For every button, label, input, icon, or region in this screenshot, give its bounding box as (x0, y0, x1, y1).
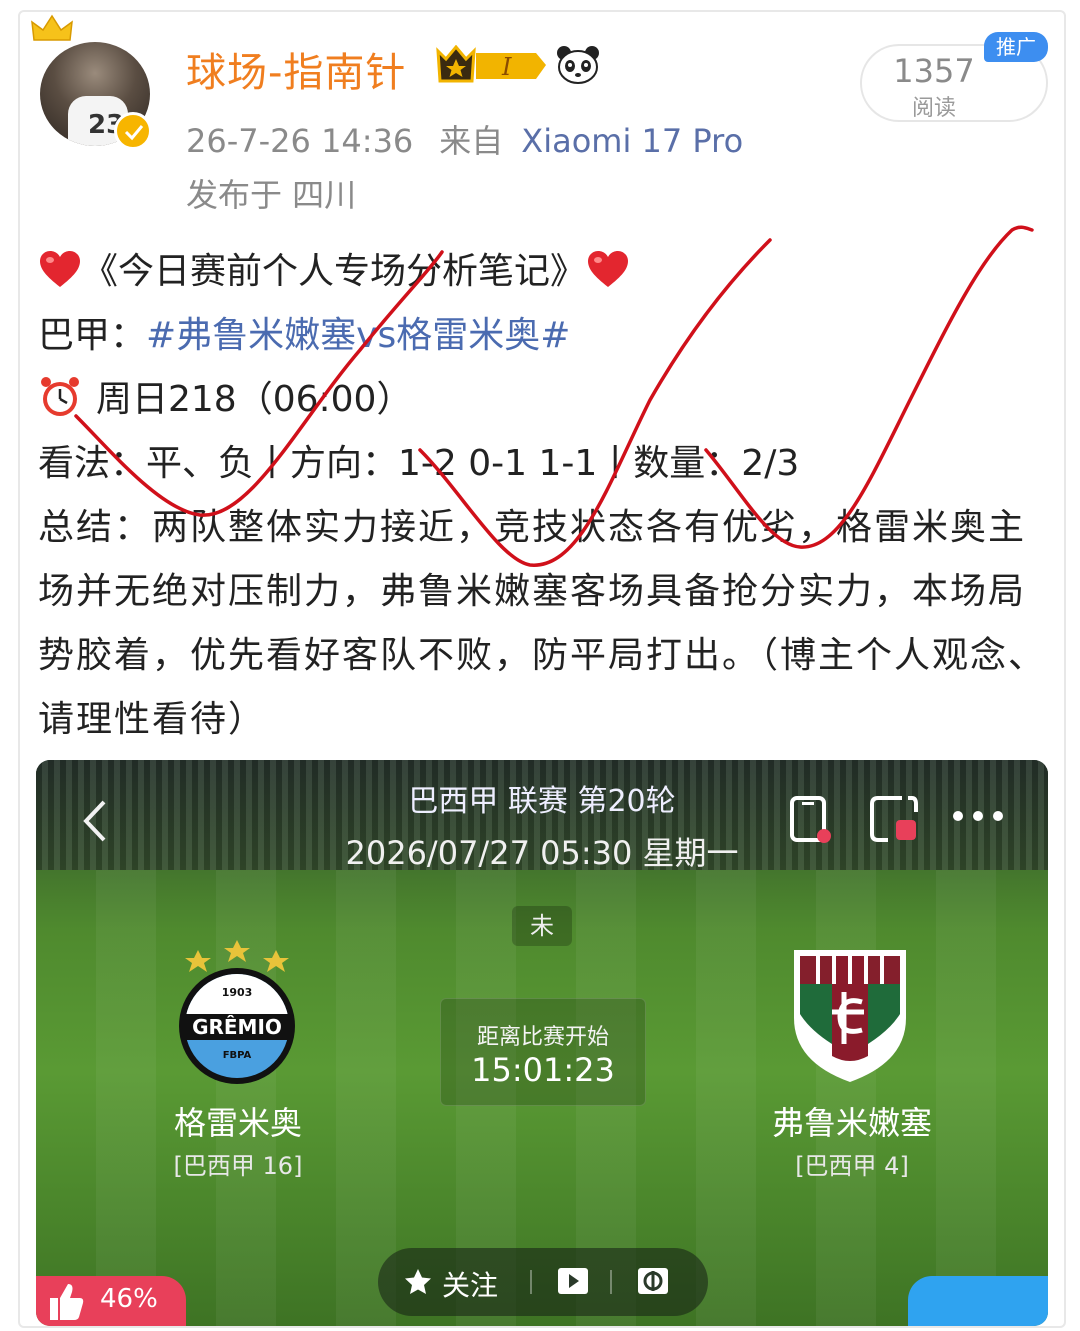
gremio-logo-text: GRÊMIO (192, 1015, 282, 1039)
summary-text: 总结：两队整体实力接近，竞技状态各有优劣，格雷米奥主场并无绝对压制力，弗鲁米嫩塞… (38, 507, 1047, 740)
from-label: 来自 (439, 122, 504, 160)
gremio-logo-sub: FBPA (223, 1050, 252, 1061)
post-body: 《今日赛前个人专场分析笔记》 巴甲：#弗鲁米嫩塞vs格雷米奥# 周日218（06… (38, 240, 1048, 752)
league-prefix: 巴甲： (38, 315, 147, 356)
post-location: 发布于 四川 (186, 176, 357, 214)
more-icon[interactable] (950, 808, 1006, 824)
match-card[interactable]: 巴西甲 联赛 第20轮 2026/07/27 05:30 星期一 未 1903 … (36, 760, 1048, 1326)
gremio-logo-year: 1903 (222, 986, 253, 999)
panda-icon (557, 46, 599, 84)
vip-badge-icon: I (436, 45, 546, 83)
countdown-label: 距离比赛开始 (476, 1025, 609, 1050)
username[interactable]: 球场-指南针 (186, 40, 406, 98)
picture-in-picture-icon[interactable] (868, 794, 922, 846)
match-action-bar: 关注 (378, 1248, 708, 1316)
like-percent: 46% (100, 1284, 158, 1314)
home-team-rank: [巴西甲 16] (173, 1152, 303, 1180)
phone-icon[interactable] (786, 794, 840, 846)
vip-level: I (501, 53, 512, 81)
divider (530, 1270, 532, 1294)
star-icon[interactable] (404, 1268, 432, 1296)
heart-icon (588, 251, 629, 287)
post-timestamp: 26-7-26 14:36 (186, 122, 414, 160)
home-team-name[interactable]: 格雷米奥 (148, 1098, 328, 1144)
countdown-box: 距离比赛开始 15:01:23 (440, 998, 646, 1106)
read-count-label: 阅读 (911, 96, 956, 121)
scoreboard-icon[interactable] (636, 1264, 670, 1298)
fluminense-logo[interactable] (788, 944, 912, 1086)
divider (610, 1270, 612, 1294)
crown-icon (31, 14, 73, 41)
verified-icon (114, 112, 152, 150)
schedule-line: 周日218（06:00） (38, 368, 1048, 432)
follow-button[interactable]: 关注 (442, 1264, 498, 1304)
countdown-time: 15:01:23 (471, 1051, 615, 1089)
match-status: 未 (512, 906, 572, 946)
like-badge[interactable]: 46% (36, 1276, 186, 1326)
topic-link[interactable]: #弗鲁米嫩塞vs格雷米奥# (146, 315, 570, 356)
post-meta: 26-7-26 14:36 来自 Xiaomi 17 Pro (186, 116, 743, 162)
corner-badge[interactable] (908, 1276, 1048, 1326)
opinion-line: 看法：平、负丨方向：1-2 0-1 1-1丨数量：2/3 (38, 443, 800, 484)
heart-icon (40, 251, 80, 287)
gremio-logo[interactable]: 1903 GRÊMIO FBPA (174, 936, 300, 1086)
league-line: 巴甲：#弗鲁米嫩塞vs格雷米奥# (38, 304, 1048, 368)
device-link[interactable]: Xiaomi 17 Pro (521, 122, 743, 160)
away-team-name[interactable]: 弗鲁米嫩塞 (752, 1098, 952, 1144)
title-line: 《今日赛前个人专场分析笔记》 (38, 240, 1048, 304)
match-schedule: 周日218（06:00） (96, 379, 413, 420)
post-title: 《今日赛前个人专场分析笔记》 (82, 251, 587, 292)
alarm-clock-icon (41, 377, 79, 416)
promo-badge[interactable]: 推广 (984, 32, 1048, 62)
video-play-icon[interactable] (556, 1264, 590, 1298)
thumbs-up-icon (50, 1284, 84, 1320)
away-team-rank: [巴西甲 4] (795, 1152, 909, 1180)
